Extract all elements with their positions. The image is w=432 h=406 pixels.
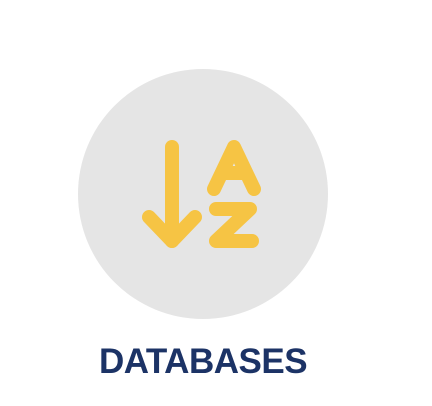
icon-circle (78, 69, 328, 319)
letter-z-strokes (209, 202, 259, 248)
tile-label: DATABASES (98, 342, 308, 381)
sort-alphabetical-icon (142, 140, 261, 248)
databases-tile[interactable]: DATABASES (0, 0, 432, 406)
